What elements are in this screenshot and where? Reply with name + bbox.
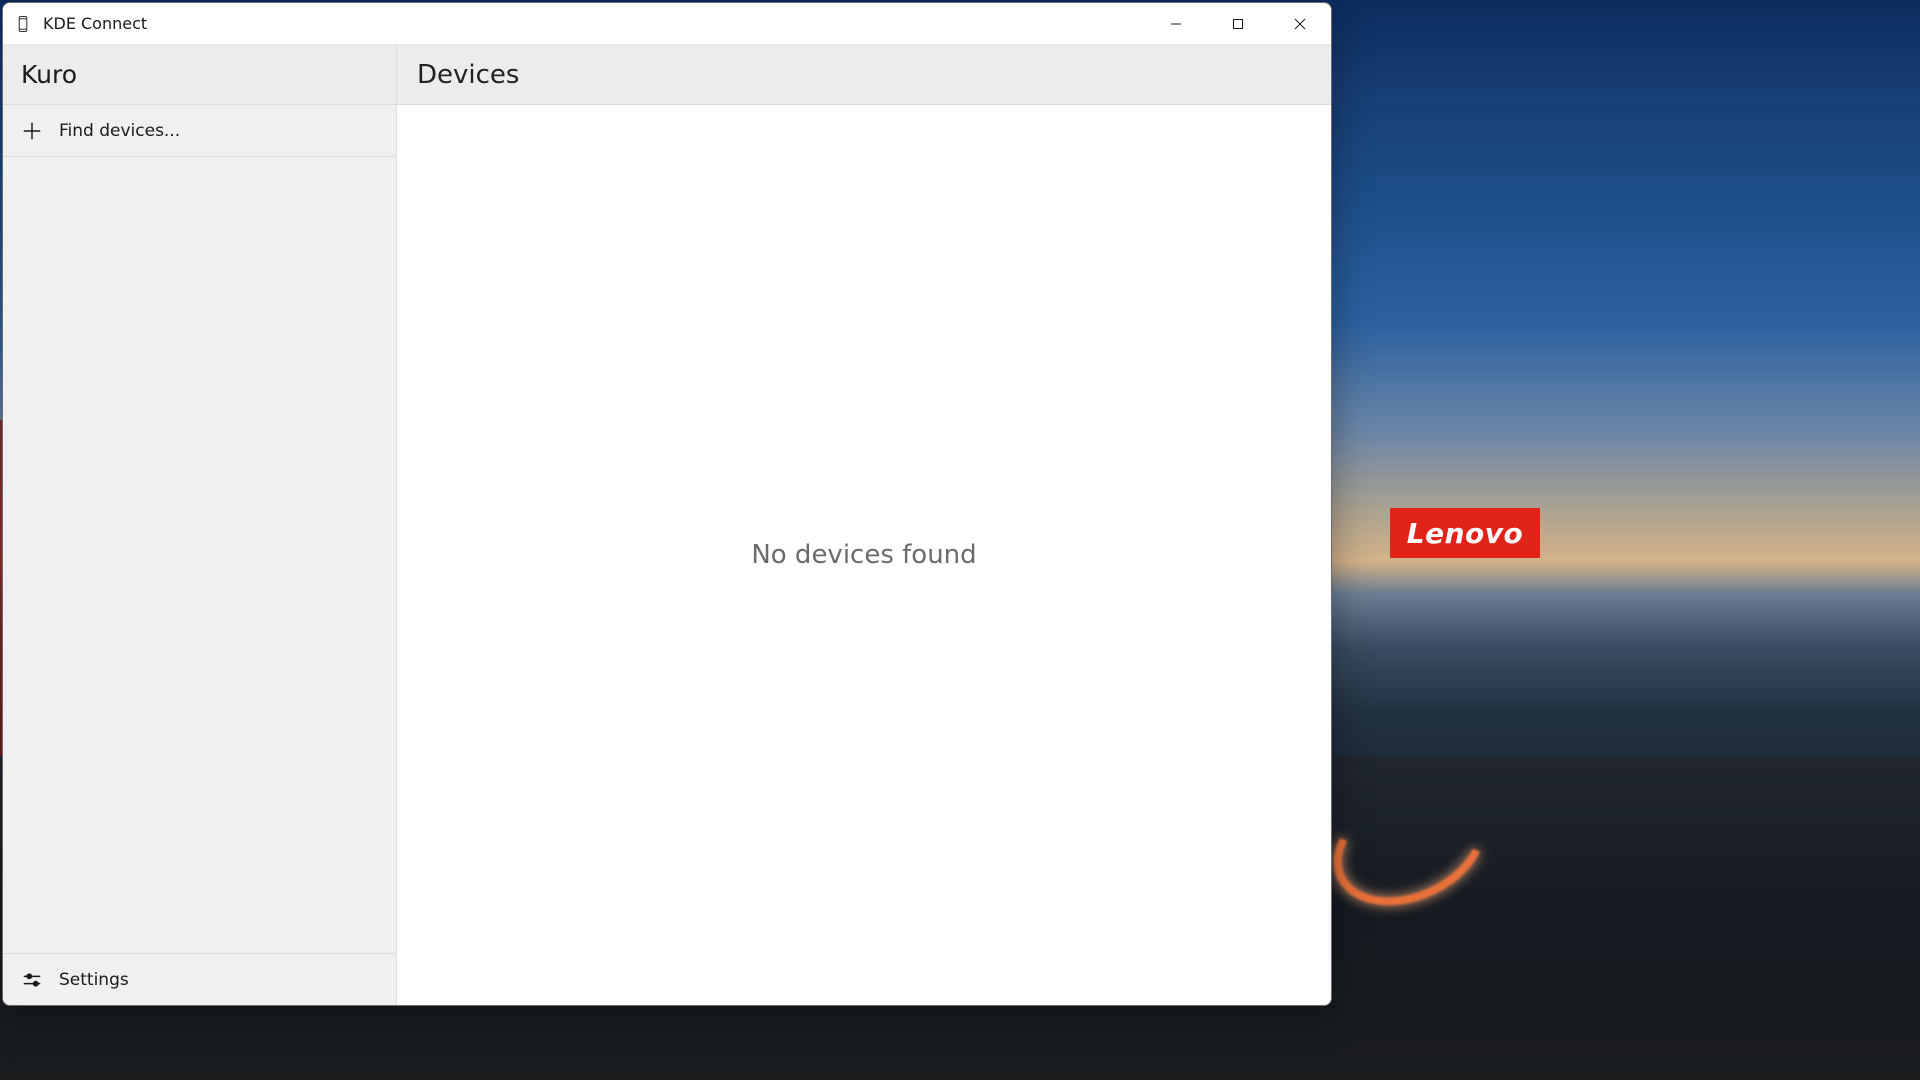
sidebar: Kuro Find devices... xyxy=(3,45,397,1005)
app-icon xyxy=(13,14,33,34)
kde-connect-window: KDE Connect Kuro Fin xyxy=(2,2,1332,1006)
main-panel: Devices No devices found xyxy=(397,45,1331,1005)
devices-content-area: No devices found xyxy=(397,105,1331,1005)
lenovo-logo: Lenovo xyxy=(1390,508,1540,558)
close-button[interactable] xyxy=(1269,3,1331,45)
settings-item[interactable]: Settings xyxy=(3,953,396,1005)
sidebar-header: Kuro xyxy=(3,45,396,105)
settings-sliders-icon xyxy=(21,969,43,991)
plus-icon xyxy=(21,120,43,142)
window-title: KDE Connect xyxy=(43,14,147,33)
settings-label: Settings xyxy=(59,970,129,990)
find-devices-item[interactable]: Find devices... xyxy=(3,105,396,157)
titlebar[interactable]: KDE Connect xyxy=(3,3,1331,45)
minimize-button[interactable] xyxy=(1145,3,1207,45)
devices-empty-state: No devices found xyxy=(751,540,976,570)
local-device-name: Kuro xyxy=(21,60,77,89)
main-header: Devices xyxy=(397,45,1331,105)
lenovo-logo-text: Lenovo xyxy=(1407,517,1524,550)
main-header-title: Devices xyxy=(417,60,519,90)
find-devices-label: Find devices... xyxy=(59,121,180,141)
maximize-button[interactable] xyxy=(1207,3,1269,45)
